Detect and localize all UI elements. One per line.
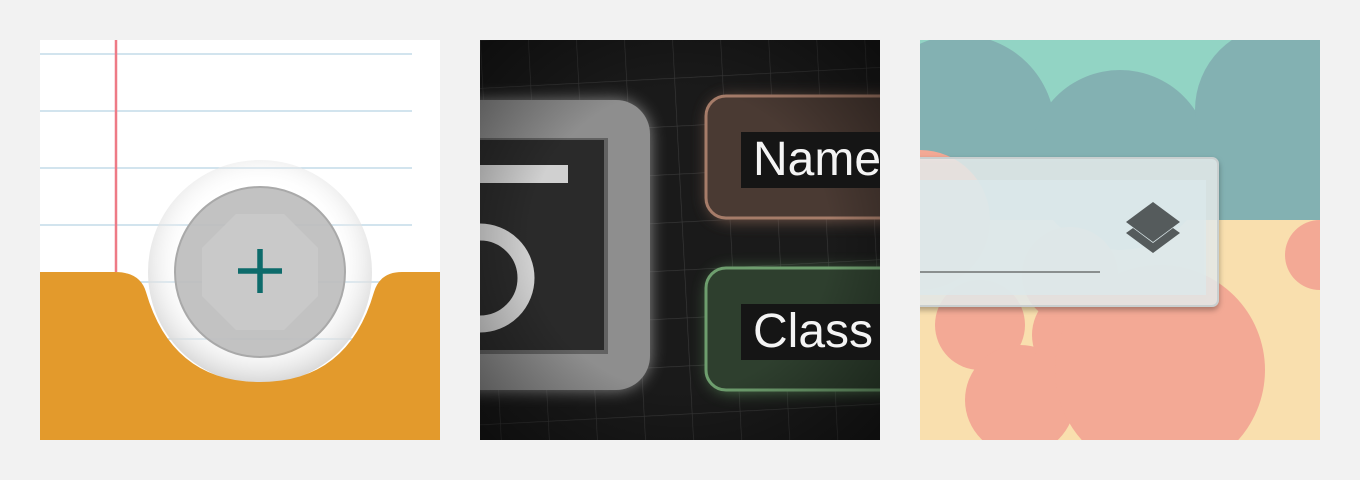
id-card-tile: Name Class [480,40,880,440]
layers-tile [920,40,1320,440]
id-card-illustration [480,40,880,440]
class-label: Class [741,304,880,360]
name-label: Name [741,132,880,188]
add-button[interactable] [174,186,346,358]
clouds-illustration [920,40,1320,440]
notebook-illustration [40,40,440,440]
notebook-tile [40,40,440,440]
